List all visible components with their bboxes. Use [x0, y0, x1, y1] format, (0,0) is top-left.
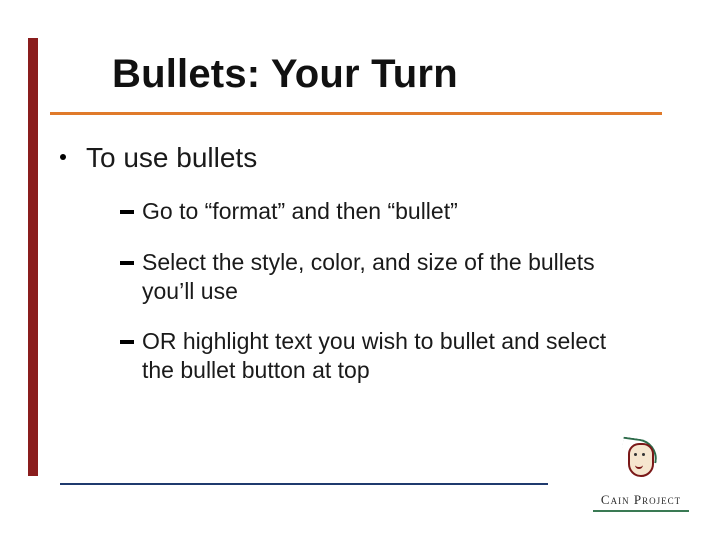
bullet-level2-text: Select the style, color, and size of the…: [142, 248, 612, 306]
logo-underline: [593, 510, 689, 512]
bullet-dash-icon: [120, 261, 134, 265]
bullet-dash-icon: [120, 210, 134, 214]
slide: Bullets: Your Turn To use bullets Go to …: [0, 0, 720, 540]
bullet-level2-text: Go to “format” and then “bullet”: [142, 197, 458, 226]
logo-text: Cain Project: [586, 492, 696, 508]
bullet-level1-text: To use bullets: [86, 140, 257, 175]
bottom-divider-line: [60, 483, 548, 485]
title-underline: [50, 112, 662, 115]
footer-logo: Cain Project: [586, 441, 696, 512]
bullet-level2: Go to “format” and then “bullet”: [120, 197, 650, 226]
slide-body: To use bullets Go to “format” and then “…: [60, 140, 650, 385]
left-accent-stripe: [28, 38, 38, 476]
bullet-dot-icon: [60, 154, 66, 160]
bullet-level2: OR highlight text you wish to bullet and…: [120, 327, 650, 385]
bullet-level2: Select the style, color, and size of the…: [120, 248, 650, 306]
bullet-level2-group: Go to “format” and then “bullet” Select …: [120, 197, 650, 385]
logo-mark-icon: [622, 441, 660, 483]
bullet-level1: To use bullets: [60, 140, 650, 175]
slide-title: Bullets: Your Turn: [112, 52, 458, 97]
bullet-level2-text: OR highlight text you wish to bullet and…: [142, 327, 612, 385]
bullet-dash-icon: [120, 340, 134, 344]
